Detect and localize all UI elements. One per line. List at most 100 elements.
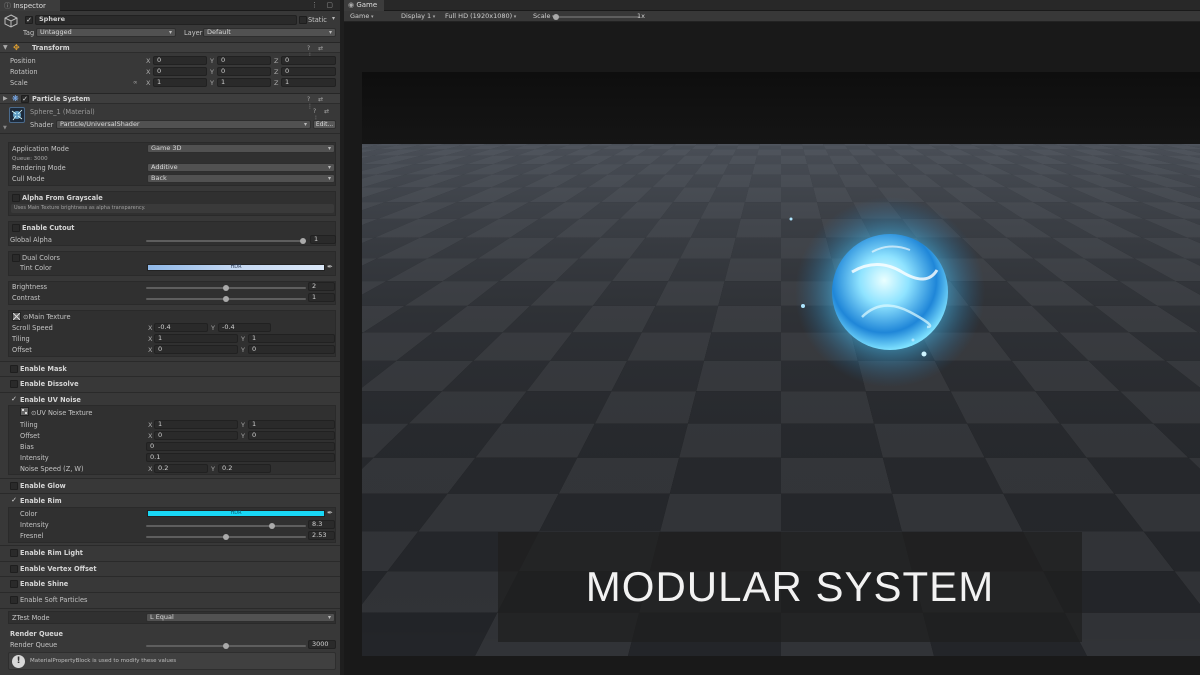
noise-offset-y[interactable]: 0: [248, 431, 335, 440]
contrast-field[interactable]: 1: [308, 293, 335, 302]
enable-glow-checkbox[interactable]: [10, 482, 18, 490]
rim-color-field[interactable]: HDR: [147, 510, 325, 517]
axis-x: X: [146, 57, 151, 65]
bias-field[interactable]: 0: [146, 442, 335, 451]
tiling-y[interactable]: 1: [248, 334, 335, 343]
rotation-z[interactable]: 0: [281, 67, 336, 76]
noise-speed-x[interactable]: 0.2: [154, 464, 208, 473]
fresnel-field[interactable]: 2.53: [308, 531, 335, 540]
layer-label: Layer: [184, 29, 203, 37]
enable-shine-checkbox[interactable]: [10, 580, 18, 588]
inspector-tabbar: ⓘ Inspector ⋮ ▢: [0, 0, 340, 11]
particle-system-header[interactable]: ▶ ❋ ✓ Particle System ? ⇄ ⋮: [0, 93, 340, 110]
noise-tiling-x[interactable]: 1: [154, 420, 238, 429]
enable-soft-particles-checkbox[interactable]: [10, 596, 18, 604]
noise-speed-y[interactable]: 0.2: [218, 464, 271, 473]
scale-slider[interactable]: [553, 14, 640, 20]
rendering-mode-dropdown[interactable]: Additive: [147, 163, 335, 172]
enable-glow-label: Enable Glow: [20, 482, 66, 490]
application-mode-dropdown[interactable]: Game 3D: [147, 144, 335, 153]
slider-knob[interactable]: [223, 296, 229, 302]
game-mode-dropdown[interactable]: Game: [350, 12, 373, 21]
transform-header[interactable]: ▼ ✥ Transform ? ⇄ ⋮: [0, 42, 340, 59]
enable-rim-light-checkbox[interactable]: [10, 549, 18, 557]
slider-knob[interactable]: [223, 534, 229, 540]
position-z[interactable]: 0: [281, 56, 336, 65]
display-dropdown[interactable]: Display 1: [401, 12, 435, 21]
tiling-x[interactable]: 1: [154, 334, 238, 343]
global-alpha-slider[interactable]: [146, 238, 306, 244]
slider-knob[interactable]: [223, 285, 229, 291]
edit-shader-button[interactable]: Edit...: [313, 120, 336, 129]
enable-dissolve-checkbox[interactable]: [10, 380, 18, 388]
foldout-arrow-icon[interactable]: ▼: [3, 125, 7, 131]
slider-knob[interactable]: [300, 238, 306, 244]
position-y[interactable]: 0: [217, 56, 271, 65]
enable-uv-noise-checkbox[interactable]: ✓: [10, 396, 18, 404]
static-label: Static: [308, 16, 327, 24]
render-queue-slider[interactable]: [146, 643, 306, 649]
eyedropper-icon[interactable]: ✒: [327, 263, 333, 271]
shader-dropdown[interactable]: Particle/UniversalShader: [56, 120, 311, 129]
rotation-y[interactable]: 0: [217, 67, 271, 76]
enable-vertex-offset-checkbox[interactable]: [10, 565, 18, 573]
separator: [0, 545, 340, 546]
alpha-from-grayscale-checkbox[interactable]: [12, 194, 20, 202]
resolution-dropdown[interactable]: Full HD (1920x1080): [445, 12, 516, 21]
slider-knob[interactable]: [223, 643, 229, 649]
offset-x[interactable]: 0: [154, 345, 238, 354]
render-queue-label: Render Queue: [10, 641, 58, 649]
scale-label: Scale: [10, 79, 28, 87]
dual-colors-checkbox[interactable]: [12, 254, 20, 262]
shader-label: Shader: [30, 121, 54, 129]
position-x[interactable]: 0: [153, 56, 207, 65]
cull-mode-dropdown[interactable]: Back: [147, 174, 335, 183]
enable-mask-checkbox[interactable]: [10, 365, 18, 373]
contrast-slider[interactable]: [146, 296, 306, 302]
tint-color-field[interactable]: HDR: [147, 264, 325, 271]
active-checkbox[interactable]: ✓: [25, 16, 33, 24]
particle-system-enabled-checkbox[interactable]: ✓: [21, 95, 29, 103]
scale-z[interactable]: 1: [281, 78, 336, 87]
object-name-field[interactable]: Sphere: [35, 15, 297, 25]
scroll-speed-x[interactable]: -0.4: [154, 323, 208, 332]
foldout-arrow-icon[interactable]: ▼: [3, 44, 8, 51]
fresnel-slider[interactable]: [146, 534, 306, 540]
brightness-field[interactable]: 2: [308, 282, 335, 291]
separator: [0, 592, 340, 593]
game-viewport[interactable]: MODULAR SYSTEM: [362, 72, 1200, 656]
lock-menu-icons[interactable]: ⋮ ▢: [311, 1, 336, 9]
uv-noise-texture-thumbnail-icon[interactable]: [20, 407, 29, 416]
inspector-tab[interactable]: ⓘ Inspector: [0, 0, 60, 11]
bias-label: Bias: [20, 443, 34, 451]
brightness-slider[interactable]: [146, 285, 306, 291]
noise-tiling-y[interactable]: 1: [248, 420, 335, 429]
layer-dropdown[interactable]: Default: [203, 28, 336, 37]
game-tab[interactable]: ◉ Game: [344, 0, 384, 11]
main-texture-label: ⊙Main Texture: [23, 313, 71, 321]
scroll-speed-y[interactable]: -0.4: [218, 323, 271, 332]
scale-y[interactable]: 1: [217, 78, 271, 87]
global-alpha-field[interactable]: 1: [310, 235, 336, 244]
static-dropdown[interactable]: [329, 15, 338, 24]
noise-offset-x[interactable]: 0: [154, 431, 238, 440]
noise-intensity-field[interactable]: 0.1: [146, 453, 335, 462]
static-checkbox[interactable]: [299, 16, 307, 24]
main-texture-thumbnail-icon[interactable]: [12, 312, 21, 321]
offset-y[interactable]: 0: [248, 345, 335, 354]
separator: [0, 392, 340, 393]
render-queue-field[interactable]: 3000: [308, 640, 336, 649]
constrain-proportions-icon[interactable]: ∞: [133, 79, 138, 87]
enable-cutout-checkbox[interactable]: [12, 224, 20, 232]
foldout-arrow-icon[interactable]: ▶: [3, 95, 8, 102]
rotation-x[interactable]: 0: [153, 67, 207, 76]
rim-intensity-field[interactable]: 8.3: [308, 520, 335, 529]
slider-knob[interactable]: [553, 14, 559, 20]
ztest-mode-dropdown[interactable]: L Equal: [146, 613, 335, 622]
rim-intensity-slider[interactable]: [146, 523, 306, 529]
tag-dropdown[interactable]: Untagged: [36, 28, 176, 37]
scale-x[interactable]: 1: [153, 78, 207, 87]
eyedropper-icon[interactable]: ✒: [327, 509, 333, 517]
enable-rim-checkbox[interactable]: ✓: [10, 497, 18, 505]
spark-particle: [921, 351, 927, 357]
